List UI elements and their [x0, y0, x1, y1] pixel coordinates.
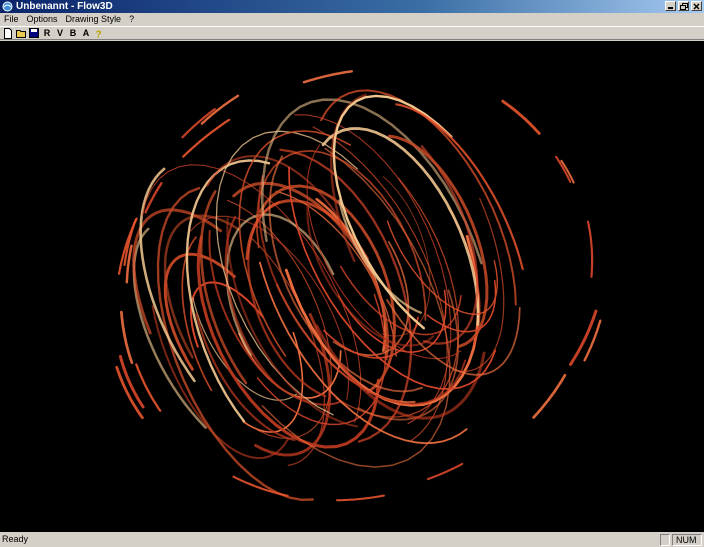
- toolbar-a-button[interactable]: A: [80, 27, 92, 39]
- status-text: Ready: [2, 534, 29, 544]
- streamline: [586, 220, 594, 278]
- streamline: [132, 227, 207, 429]
- toolbar-r-button[interactable]: R: [41, 27, 53, 39]
- num-lock-indicator: NUM: [672, 533, 702, 546]
- flow-viewport[interactable]: [0, 41, 704, 532]
- status-pane-empty: [660, 533, 670, 546]
- window-controls: [663, 1, 702, 11]
- minimize-button[interactable]: [665, 1, 676, 11]
- toolbar: R V B A ?: [0, 26, 704, 40]
- streamline: [395, 103, 524, 271]
- open-file-button[interactable]: [15, 27, 27, 39]
- streamline: [501, 99, 541, 135]
- status-bar: Ready NUM: [0, 532, 704, 547]
- svg-text:?: ?: [96, 29, 102, 39]
- title-bar[interactable]: Unbenannt - Flow3D: [0, 0, 704, 13]
- streamline: [200, 94, 240, 125]
- open-folder-icon: [15, 30, 26, 38]
- new-file-icon: [4, 27, 12, 39]
- streamline: [555, 155, 572, 183]
- save-disk-icon: [29, 28, 39, 38]
- new-file-button[interactable]: [2, 27, 14, 39]
- restore-icon: [679, 2, 688, 10]
- menu-options[interactable]: Options: [23, 13, 62, 26]
- streamline: [386, 220, 498, 316]
- menu-help[interactable]: ?: [125, 13, 138, 26]
- menu-drawing-style[interactable]: Drawing Style: [62, 13, 126, 26]
- window-title: Unbenannt - Flow3D: [16, 1, 113, 12]
- streamline: [232, 475, 289, 497]
- streamline: [569, 309, 598, 366]
- close-button[interactable]: [691, 1, 702, 11]
- help-button[interactable]: ?: [93, 27, 105, 39]
- help-icon: ?: [96, 29, 102, 39]
- toolbar-v-button[interactable]: V: [54, 27, 66, 39]
- close-icon: [693, 3, 700, 9]
- streamline: [182, 118, 231, 158]
- flow3d-app-icon[interactable]: [2, 1, 13, 12]
- restore-button[interactable]: [678, 1, 689, 11]
- streamline: [532, 373, 567, 419]
- streamline: [120, 310, 134, 365]
- streamline-rendering: [115, 70, 602, 502]
- streamline: [115, 365, 144, 420]
- minimize-icon: [668, 7, 673, 9]
- streamline: [336, 494, 385, 502]
- streamline: [426, 462, 464, 481]
- streamline: [560, 159, 575, 184]
- streamline: [302, 70, 353, 84]
- menu-file[interactable]: File: [0, 13, 23, 26]
- menu-bar: File Options Drawing Style ?: [0, 13, 704, 26]
- streamline: [583, 319, 602, 362]
- save-button[interactable]: [28, 27, 40, 39]
- toolbar-b-button[interactable]: B: [67, 27, 79, 39]
